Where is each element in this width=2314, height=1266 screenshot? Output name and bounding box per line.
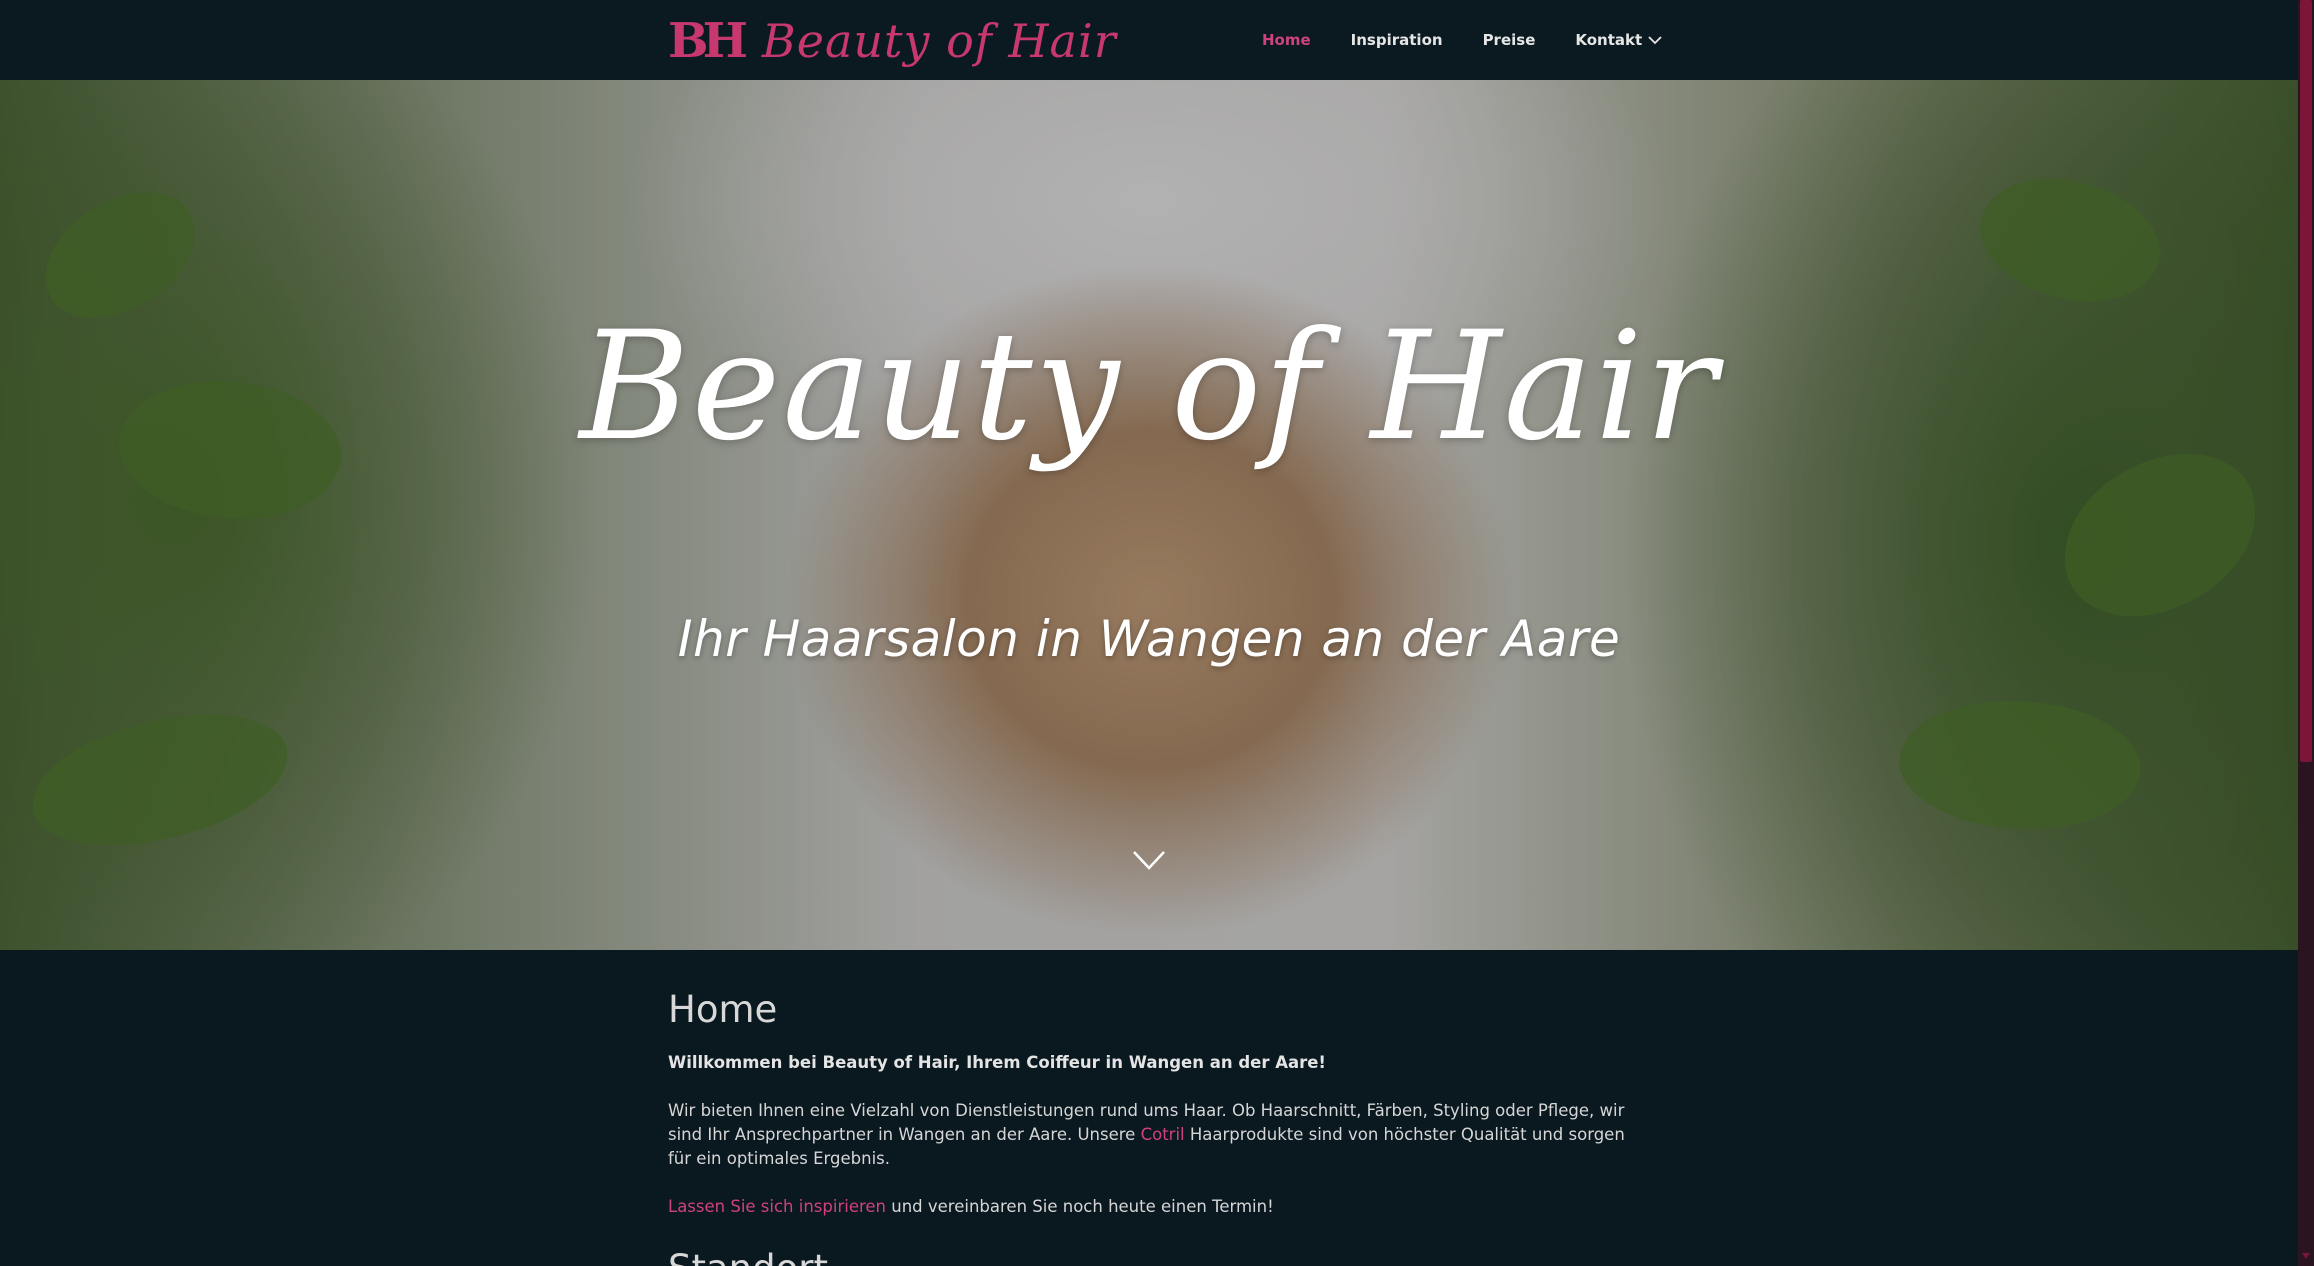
intro-paragraph: Wir bieten Ihnen eine Vielzahl von Diens… <box>668 1099 1628 1171</box>
nav-item-kontakt[interactable]: Kontakt <box>1575 31 1662 49</box>
chevron-down-icon[interactable] <box>1132 848 1166 872</box>
inspiration-link[interactable]: Lassen Sie sich inspirieren <box>668 1197 886 1216</box>
section-heading-standort: Standort <box>668 1247 1628 1266</box>
welcome-text: Willkommen bei Beauty of Hair, Ihrem Coi… <box>668 1053 1326 1072</box>
hero-overlay <box>0 80 2298 950</box>
chevron-down-icon <box>1648 36 1662 45</box>
logo[interactable]: BH Beauty of Hair <box>668 10 1117 72</box>
logo-wordmark: Beauty of Hair <box>761 14 1117 68</box>
hero-title: Beauty of Hair <box>579 300 1719 474</box>
nav-item-inspiration[interactable]: Inspiration <box>1351 31 1443 49</box>
site-header: BH Beauty of Hair Home Inspiration Preis… <box>0 0 2298 80</box>
cta-text: und vereinbaren Sie noch heute einen Ter… <box>886 1197 1274 1216</box>
page-title: Home <box>668 988 778 1031</box>
scroll-down-arrow-icon[interactable] <box>2300 1250 2312 1262</box>
nav-item-kontakt-label: Kontakt <box>1575 31 1643 49</box>
nav-item-preise[interactable]: Preise <box>1483 31 1536 49</box>
cotril-link[interactable]: Cotril <box>1141 1125 1185 1144</box>
main-nav: Home Inspiration Preise Kontakt <box>1262 0 1702 80</box>
nav-item-home[interactable]: Home <box>1262 31 1311 49</box>
main-content: Home Willkommen bei Beauty of Hair, Ihre… <box>668 950 1628 1266</box>
hero-banner: Beauty of Hair Ihr Haarsalon in Wangen a… <box>0 80 2298 950</box>
hero-subtitle: Ihr Haarsalon in Wangen an der Aare <box>677 610 1621 668</box>
logo-monogram: BH <box>668 13 748 69</box>
cta-paragraph: Lassen Sie sich inspirieren und vereinba… <box>668 1195 1628 1219</box>
scrollbar-thumb[interactable] <box>2300 0 2312 762</box>
